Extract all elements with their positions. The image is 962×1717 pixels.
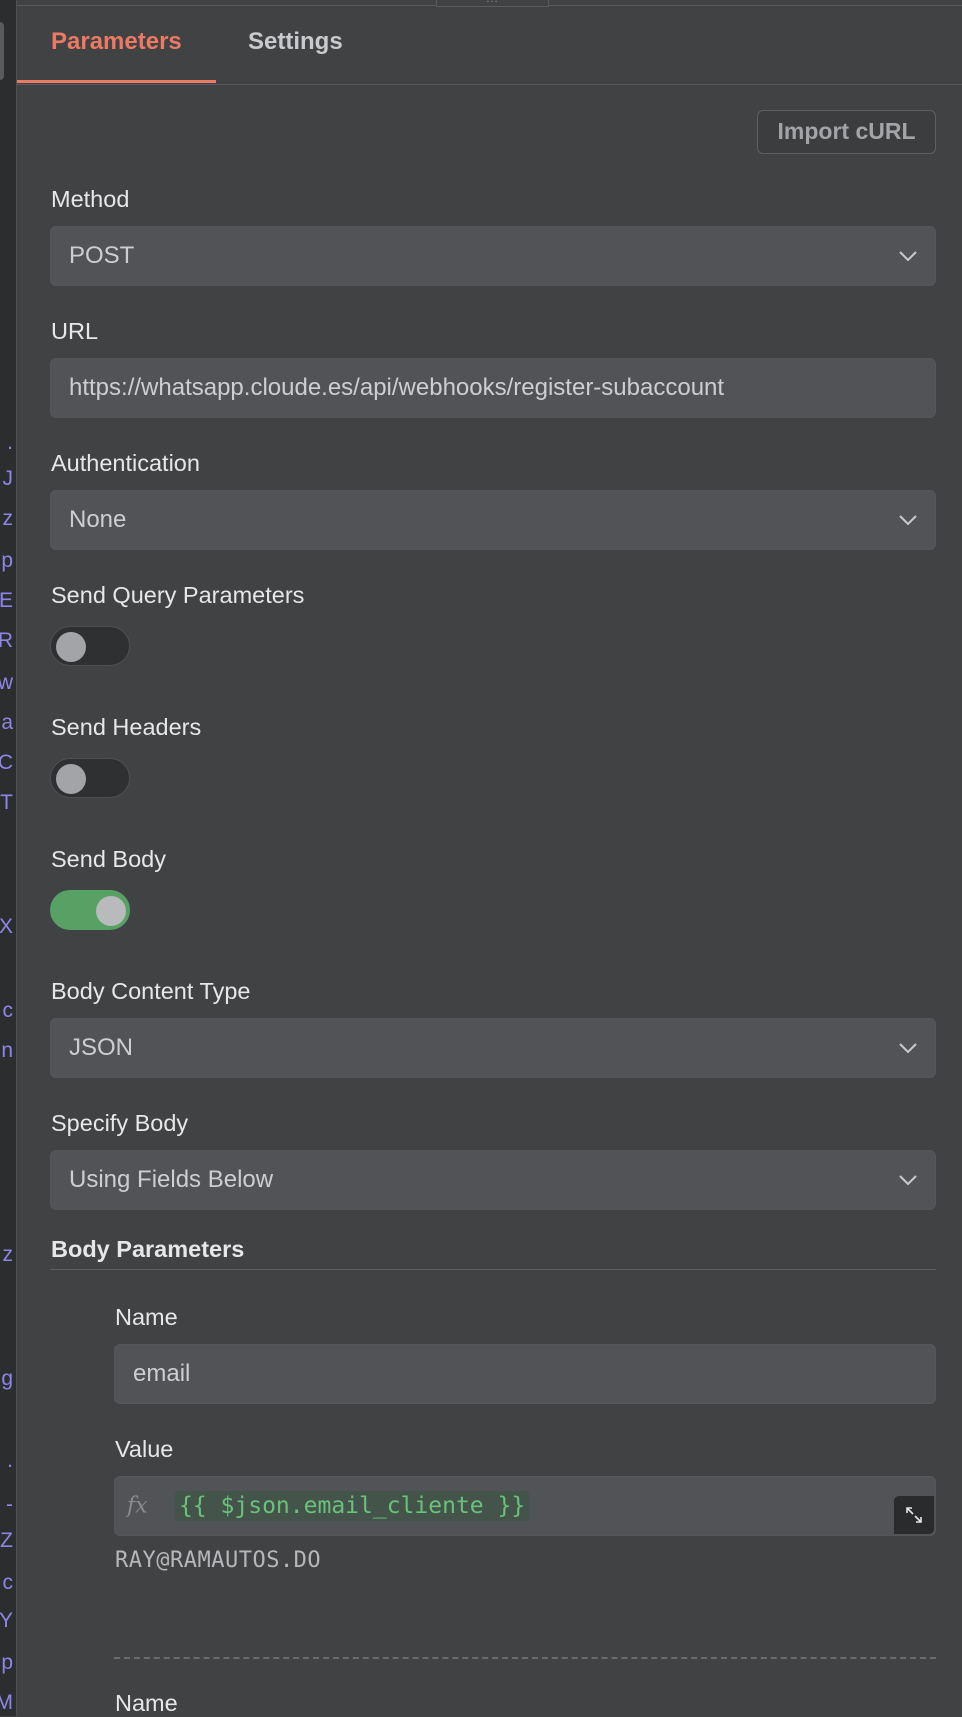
edge-glyph: n: [1, 1040, 13, 1061]
edge-glyph: c: [3, 1572, 14, 1593]
body-parameters-title: Body Parameters: [51, 1236, 244, 1263]
left-canvas-edge: . J z p E R w a C T X c n z g . - Z c Y …: [0, 0, 17, 1716]
authentication-select[interactable]: None: [50, 490, 936, 550]
expression-result-preview: RAY@RAMAUTOS.DO: [115, 1548, 321, 1573]
section-divider: [50, 1269, 936, 1270]
edge-glyph: -: [6, 1494, 13, 1515]
panel-tabs: Parameters Settings: [17, 0, 962, 85]
edge-glyph: c: [3, 1000, 14, 1021]
active-tab-indicator: [17, 80, 216, 83]
send-headers-toggle[interactable]: [50, 758, 130, 798]
edge-glyph: g: [1, 1368, 13, 1389]
edge-glyph: z: [3, 508, 14, 529]
param-separator: [114, 1657, 936, 1659]
authentication-value: None: [69, 506, 126, 534]
expand-icon: [904, 1505, 924, 1525]
edge-glyph: T: [0, 792, 13, 813]
param-name-input[interactable]: email: [114, 1344, 936, 1404]
url-input[interactable]: https://whatsapp.cloude.es/api/webhooks/…: [50, 358, 936, 418]
specify-body-value: Using Fields Below: [69, 1166, 273, 1194]
method-select[interactable]: POST: [50, 226, 936, 286]
expression-text: {{ $json.email_cliente }}: [175, 1491, 529, 1521]
url-label: URL: [51, 318, 98, 345]
edge-glyph: Z: [0, 1530, 13, 1551]
authentication-label: Authentication: [51, 450, 200, 477]
toggle-knob: [96, 896, 126, 926]
param-value-label: Value: [115, 1436, 173, 1463]
specify-body-select[interactable]: Using Fields Below: [50, 1150, 936, 1210]
specify-body-label: Specify Body: [51, 1110, 188, 1137]
edge-glyph: X: [0, 916, 13, 937]
chevron-down-icon: [897, 1169, 919, 1191]
toggle-knob: [56, 764, 86, 794]
chevron-down-icon: [897, 245, 919, 267]
send-body-toggle[interactable]: [50, 890, 130, 930]
edge-glyph: M: [0, 1692, 13, 1713]
send-query-toggle[interactable]: [50, 626, 130, 666]
chevron-down-icon: [897, 1037, 919, 1059]
expand-editor-button[interactable]: [894, 1496, 934, 1534]
left-panel-handle[interactable]: [0, 22, 4, 80]
fx-icon: fx: [127, 1494, 148, 1519]
method-label: Method: [51, 186, 129, 213]
method-value: POST: [69, 242, 134, 270]
node-parameters-panel: Parameters Settings Import cURL Method P…: [17, 0, 962, 1716]
body-content-type-select[interactable]: JSON: [50, 1018, 936, 1078]
tab-parameters[interactable]: Parameters: [51, 28, 182, 56]
body-content-type-label: Body Content Type: [51, 978, 250, 1005]
edge-glyph: E: [0, 590, 13, 611]
param-value-expression-input[interactable]: fx {{ $json.email_cliente }}: [114, 1476, 936, 1536]
toggle-knob: [56, 632, 86, 662]
body-content-type-value: JSON: [69, 1034, 133, 1062]
edge-glyph: a: [1, 712, 13, 733]
edge-glyph: p: [1, 1652, 13, 1673]
edge-glyph: z: [3, 1244, 14, 1265]
param-name-label: Name: [115, 1690, 178, 1717]
edge-glyph: p: [1, 550, 13, 571]
edge-glyph: J: [3, 468, 14, 489]
edge-glyph: R: [0, 630, 13, 651]
edge-glyph: Y: [0, 1610, 13, 1631]
edge-glyph: .: [7, 432, 13, 453]
param-name-value: email: [133, 1360, 190, 1388]
send-body-label: Send Body: [51, 846, 166, 873]
tab-settings[interactable]: Settings: [248, 28, 343, 56]
url-value: https://whatsapp.cloude.es/api/webhooks/…: [69, 374, 724, 402]
param-name-label: Name: [115, 1304, 178, 1331]
edge-glyph: .: [7, 1450, 13, 1471]
edge-glyph: w: [0, 672, 13, 693]
import-curl-button[interactable]: Import cURL: [757, 110, 936, 154]
send-headers-label: Send Headers: [51, 714, 201, 741]
chevron-down-icon: [897, 509, 919, 531]
edge-glyph: C: [0, 752, 13, 773]
send-query-label: Send Query Parameters: [51, 582, 304, 609]
